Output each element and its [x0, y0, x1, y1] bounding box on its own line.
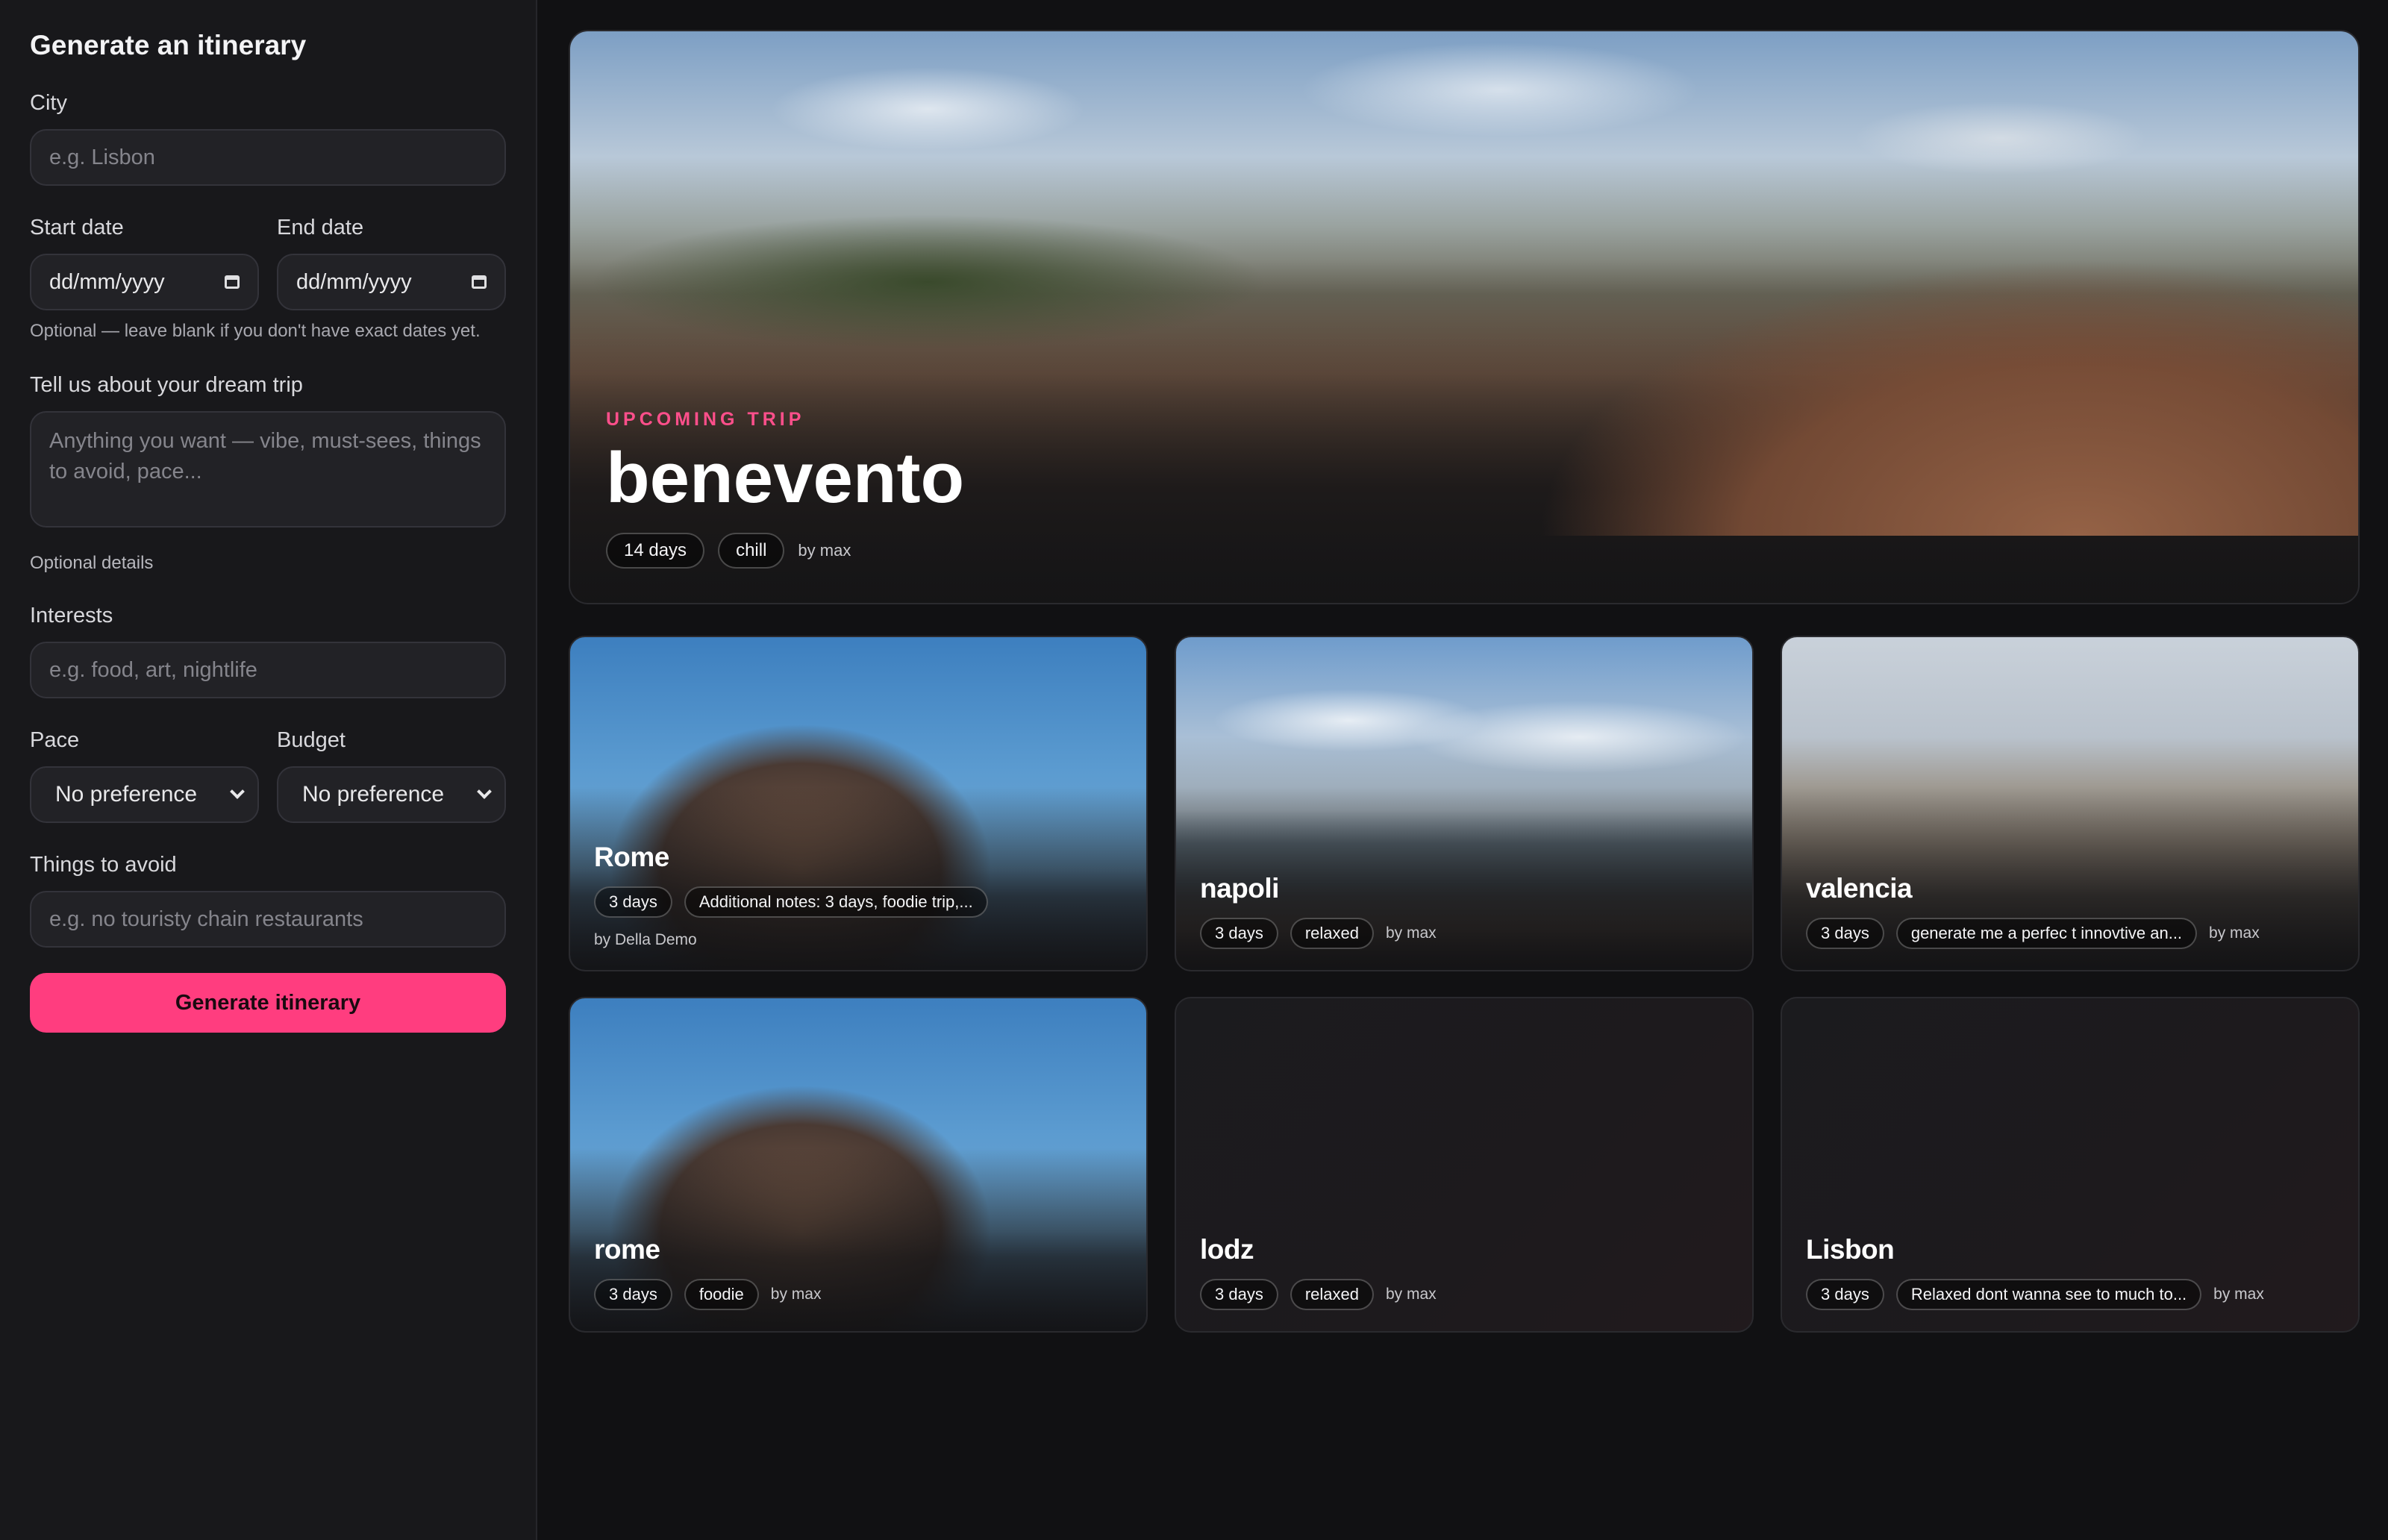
calendar-icon[interactable] [472, 275, 487, 289]
duration-chip: 14 days [606, 533, 705, 569]
notes-chip: Additional notes: 3 days, foodie trip,..… [684, 886, 988, 918]
author: by max [1385, 1286, 1437, 1303]
dream-trip-group: Tell us about your dream trip [30, 373, 506, 528]
style-chip: relaxed [1290, 918, 1374, 949]
pace-value: No preference [55, 782, 198, 807]
card-content: Lisbon 3 days Relaxed dont wanna see to … [1806, 1234, 2343, 1310]
dream-trip-textarea[interactable] [30, 411, 506, 528]
author: by max [2213, 1286, 2264, 1303]
author: by max [1385, 924, 1437, 942]
end-date-label: End date [277, 216, 364, 240]
duration-chip: 3 days [1200, 918, 1278, 949]
duration-chip: 3 days [594, 886, 672, 918]
card-chips: 3 days foodie by max [594, 1279, 1131, 1310]
start-date-input[interactable]: dd/mm/yyyy [30, 254, 259, 310]
interests-input[interactable] [30, 642, 506, 699]
duration-chip: 3 days [1806, 1279, 1884, 1310]
duration-chip: 3 days [1806, 918, 1884, 949]
author: by max [2209, 924, 2260, 942]
card-content: valencia 3 days generate me a perfec t i… [1806, 873, 2343, 949]
card-chips: 3 days Relaxed dont wanna see to much to… [1806, 1279, 2343, 1310]
card-title: lodz [1200, 1234, 1254, 1265]
duration-chip: 3 days [1200, 1279, 1278, 1310]
card-content: lodz 3 days relaxed by max [1200, 1234, 1737, 1310]
card-content: Rome 3 days Additional notes: 3 days, fo… [594, 842, 1131, 949]
interests-label: Interests [30, 604, 113, 628]
hero-eyebrow: UPCOMING TRIP [606, 409, 805, 431]
notes-chip: generate me a perfec t innovtive an... [1895, 918, 2198, 949]
card-title: Rome [594, 842, 669, 872]
trip-card-lodz[interactable]: lodz 3 days relaxed by max [1175, 997, 1754, 1333]
author: by max [770, 1286, 822, 1303]
budget-value: No preference [302, 782, 445, 807]
card-title: rome [594, 1234, 660, 1265]
hero-content: UPCOMING TRIP benevento 14 days chill by… [606, 409, 964, 569]
chevron-down-icon [230, 784, 245, 800]
city-group: City [30, 91, 506, 186]
trip-card-valencia[interactable]: valencia 3 days generate me a perfec t i… [1781, 636, 2360, 971]
dream-trip-label: Tell us about your dream trip [30, 373, 303, 398]
upcoming-trip-hero[interactable]: UPCOMING TRIP benevento 14 days chill by… [569, 30, 2360, 604]
avoid-label: Things to avoid [30, 853, 177, 877]
card-chips: 3 days generate me a perfec t innovtive … [1806, 918, 2343, 949]
card-title: Lisbon [1806, 1234, 1895, 1265]
card-title: valencia [1806, 873, 1913, 904]
hero-title: benevento [606, 438, 965, 519]
hero-image-amphitheatre [1239, 148, 2358, 536]
card-chips: 3 days relaxed by max [1200, 1279, 1737, 1310]
budget-select[interactable]: No preference [277, 766, 506, 824]
card-content: rome 3 days foodie by max [594, 1234, 1131, 1310]
budget-group: Budget No preference [277, 728, 506, 824]
author: by Della Demo [594, 931, 697, 948]
start-date-value: dd/mm/yyyy [49, 269, 165, 294]
sidebar-title: Generate an itinerary [30, 30, 307, 60]
card-content: napoli 3 days relaxed by max [1200, 873, 1737, 949]
card-chips: 3 days Additional notes: 3 days, foodie … [594, 886, 1131, 918]
generate-itinerary-button[interactable]: Generate itinerary [30, 973, 506, 1033]
chevron-down-icon [477, 784, 492, 800]
author: by max [798, 541, 851, 560]
trips-main: UPCOMING TRIP benevento 14 days chill by… [537, 0, 2388, 1540]
duration-chip: 3 days [594, 1279, 672, 1310]
pace-budget-row: Pace No preference Budget No preference [30, 728, 506, 824]
start-date-group: Start date dd/mm/yyyy [30, 216, 259, 310]
style-chip: foodie [684, 1279, 759, 1310]
dates-hint: Optional — leave blank if you don't have… [30, 321, 481, 341]
date-row: Start date dd/mm/yyyy End date dd/mm/yyy… [30, 216, 506, 310]
interests-group: Interests [30, 604, 506, 699]
style-chip: relaxed [1290, 1279, 1374, 1310]
pace-group: Pace No preference [30, 728, 259, 824]
notes-chip: Relaxed dont wanna see to much to... [1895, 1279, 2202, 1310]
avoid-input[interactable] [30, 891, 506, 948]
trip-card-lisbon[interactable]: Lisbon 3 days Relaxed dont wanna see to … [1781, 997, 2360, 1333]
trip-card-napoli[interactable]: napoli 3 days relaxed by max [1175, 636, 1754, 971]
city-label: City [30, 91, 67, 115]
calendar-icon[interactable] [225, 275, 240, 289]
city-input[interactable] [30, 129, 506, 186]
avoid-group: Things to avoid [30, 853, 506, 948]
end-date-value: dd/mm/yyyy [296, 269, 412, 294]
trip-card-rome-2[interactable]: rome 3 days foodie by max [569, 997, 1148, 1333]
itinerary-form-sidebar: Generate an itinerary City Start date dd… [0, 0, 537, 1540]
trip-card-rome[interactable]: Rome 3 days Additional notes: 3 days, fo… [569, 636, 1148, 971]
start-date-label: Start date [30, 216, 124, 240]
optional-details-heading: Optional details [30, 553, 154, 574]
trip-card-grid: Rome 3 days Additional notes: 3 days, fo… [569, 636, 2360, 1333]
end-date-input[interactable]: dd/mm/yyyy [277, 254, 506, 310]
budget-label: Budget [277, 728, 346, 753]
style-chip: chill [718, 533, 785, 569]
card-chips: 3 days relaxed by max [1200, 918, 1737, 949]
pace-select[interactable]: No preference [30, 766, 259, 824]
end-date-group: End date dd/mm/yyyy [277, 216, 506, 310]
pace-label: Pace [30, 728, 80, 753]
hero-chips: 14 days chill by max [606, 533, 964, 569]
app: Generate an itinerary City Start date dd… [0, 0, 2388, 1540]
card-title: napoli [1200, 873, 1279, 904]
